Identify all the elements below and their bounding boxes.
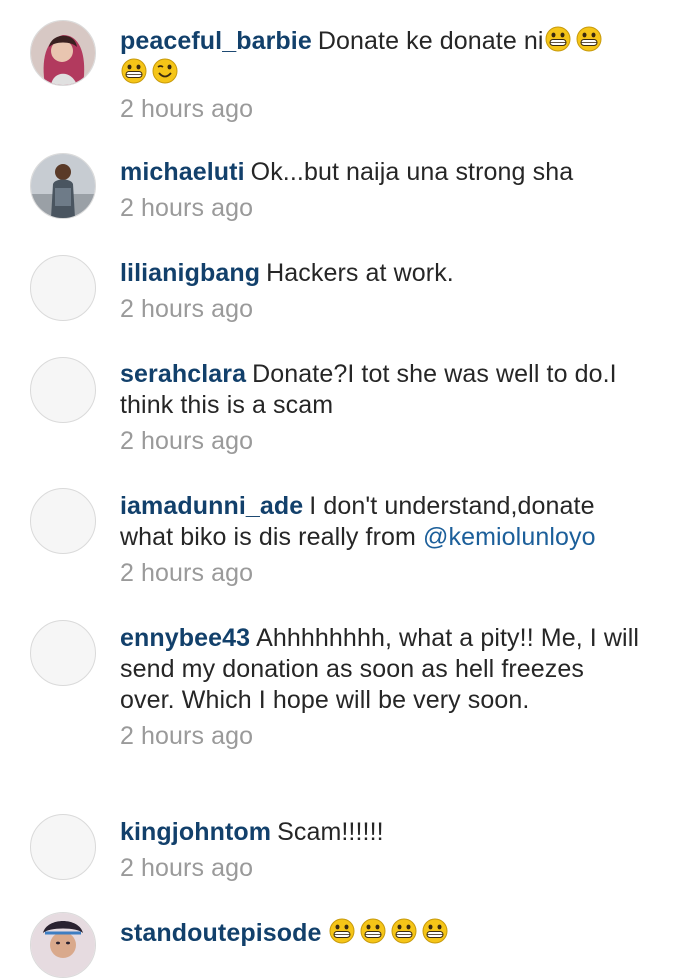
comment-timestamp: 2 hours ago: [120, 559, 254, 587]
comment-list: peaceful_barbie Donate ke donate ni 2 hou…: [0, 0, 674, 978]
wink-icon: [151, 57, 179, 85]
avatar[interactable]: [30, 255, 96, 321]
avatar[interactable]: [30, 912, 96, 978]
avatar[interactable]: [30, 814, 96, 880]
avatar[interactable]: [30, 357, 96, 423]
avatar-photo: [31, 154, 95, 218]
comment-username[interactable]: serahclara: [120, 360, 246, 388]
avatar[interactable]: [30, 153, 96, 219]
grin-icon: [120, 57, 148, 85]
comment-body: serahclara Donate?I tot she was well to d…: [120, 359, 640, 457]
comment-timestamp: 2 hours ago: [120, 854, 254, 882]
grin-icon: [544, 25, 572, 53]
comment-username[interactable]: lilianigbang: [120, 259, 260, 287]
comment-body: ennybee43 Ahhhhhhhh, what a pity!! Me, I …: [120, 623, 640, 752]
comment-username[interactable]: michaeluti: [120, 158, 245, 186]
comment-body: kingjohntom Scam!!!!!! 2 hours ago: [120, 817, 640, 884]
avatar[interactable]: [30, 620, 96, 686]
comment-text: Ok...but naija una strong sha: [250, 158, 574, 186]
avatar-photo: [31, 913, 95, 977]
comment-text: Hackers at work.: [266, 259, 454, 287]
avatar[interactable]: [30, 20, 96, 86]
comment-timestamp: 2 hours ago: [120, 295, 254, 323]
grin-icon: [421, 917, 449, 945]
comment-timestamp: 2 hours ago: [120, 722, 254, 750]
grin-icon: [575, 25, 603, 53]
comment-username[interactable]: standoutepisode: [120, 919, 322, 947]
comment-body: standoutepisode: [120, 917, 640, 949]
comment-text: Donate ke donate ni: [317, 27, 544, 55]
avatar-photo: [31, 21, 95, 85]
grin-icon: [359, 917, 387, 945]
comment-username[interactable]: kingjohntom: [120, 818, 271, 846]
comment-username[interactable]: iamadunni_ade: [120, 492, 303, 520]
grin-icon: [390, 917, 418, 945]
comment-timestamp: 2 hours ago: [120, 427, 254, 455]
avatar[interactable]: [30, 488, 96, 554]
grin-icon: [328, 917, 356, 945]
comment-body: peaceful_barbie Donate ke donate ni 2 hou…: [120, 25, 640, 125]
comment-username[interactable]: peaceful_barbie: [120, 27, 312, 55]
comment-body: iamadunni_ade I don't understand,donate w…: [120, 491, 640, 589]
mention-link[interactable]: @kemiolunloyo: [423, 523, 596, 551]
comment-text: Scam!!!!!!: [277, 818, 384, 846]
comment-timestamp: 2 hours ago: [120, 194, 254, 222]
comment-username[interactable]: ennybee43: [120, 624, 250, 652]
comment-timestamp: 2 hours ago: [120, 95, 254, 123]
comment-body: michaeluti Ok...but naija una strong sha …: [120, 157, 640, 224]
comment-body: lilianigbang Hackers at work. 2 hours ago: [120, 258, 640, 325]
